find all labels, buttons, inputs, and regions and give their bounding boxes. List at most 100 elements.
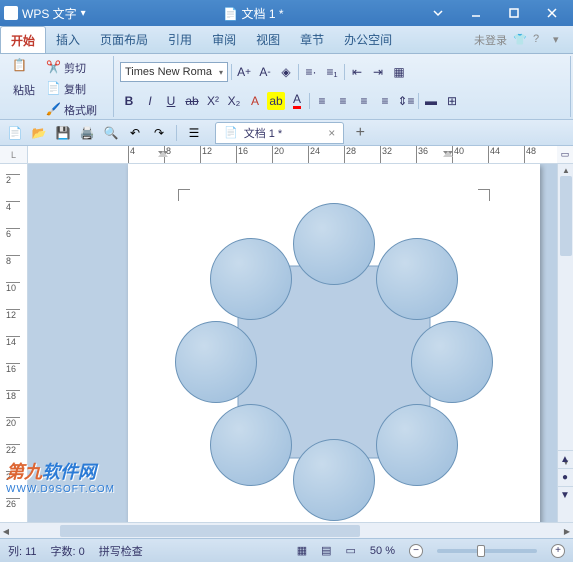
align-left-button[interactable]: ≡	[313, 92, 331, 110]
save-button[interactable]: 💾	[54, 124, 72, 142]
view-outline-button[interactable]: ▤	[321, 544, 331, 557]
shrink-font-button[interactable]: A-	[256, 63, 274, 81]
grow-font-button[interactable]: A+	[235, 63, 253, 81]
wordcount-value: 0	[79, 546, 85, 558]
superscript-button[interactable]: X²	[204, 92, 222, 110]
line-spacing-button[interactable]: ⇕≡	[397, 92, 415, 110]
align-right-button[interactable]: ≡	[355, 92, 373, 110]
indent-dec-button[interactable]: ⇤	[348, 63, 366, 81]
new-doc-button[interactable]: 📄	[6, 124, 24, 142]
document-tab[interactable]: 📄 文档 1 * ×	[215, 122, 344, 144]
paste-button[interactable]: 📋 粘贴	[6, 58, 42, 120]
zoom-slider-thumb[interactable]	[477, 545, 485, 557]
italic-button[interactable]: I	[141, 92, 159, 110]
ribbon-collapse-button[interactable]	[421, 3, 455, 23]
scroll-left-button[interactable]: ◀	[0, 525, 12, 537]
align-center-button[interactable]: ≡	[334, 92, 352, 110]
menu-dropdown-icon[interactable]: ▾	[553, 33, 567, 47]
next-page-button[interactable]: ▼	[557, 486, 573, 504]
scroll-right-button[interactable]: ▶	[561, 525, 573, 537]
strike-button[interactable]: ab	[183, 92, 201, 110]
zoom-out-button[interactable]: −	[409, 544, 423, 558]
minimize-button[interactable]	[459, 3, 493, 23]
subscript-button[interactable]: X₂	[225, 92, 243, 110]
horizontal-ruler[interactable]: 4812162024283236404448	[28, 146, 557, 163]
print-button[interactable]: 🖨️	[78, 124, 96, 142]
login-status[interactable]: 未登录	[474, 32, 507, 48]
clipboard-group: 📋 粘贴 ✂️ 剪切 📄 复制 🖌️ 格式刷	[2, 56, 114, 117]
horizontal-scrollbar[interactable]: ◀ ▶	[0, 522, 573, 538]
menu-item-7[interactable]: 办公空间	[334, 26, 402, 53]
diagram-node-4[interactable]	[293, 439, 375, 521]
view-web-button[interactable]: ▭	[346, 544, 356, 557]
ruler-corner[interactable]: L	[0, 146, 28, 163]
underline-button[interactable]: U	[162, 92, 180, 110]
font-name-combo[interactable]: Times New Roma ▾	[120, 62, 228, 82]
col-label: 列:	[8, 546, 22, 558]
undo-button[interactable]: ↶	[126, 124, 144, 142]
diagram-node-7[interactable]	[210, 238, 292, 320]
scroll-thumb-v[interactable]	[560, 176, 572, 256]
menu-item-0[interactable]: 开始	[0, 26, 46, 53]
diagram-node-5[interactable]	[210, 404, 292, 486]
numbering-button[interactable]: ≡₁	[323, 63, 341, 81]
indent-marker[interactable]	[158, 147, 168, 161]
zoom-in-button[interactable]: +	[551, 544, 565, 558]
tabs-button[interactable]: ⊞	[443, 92, 461, 110]
redo-button[interactable]: ↷	[150, 124, 168, 142]
menu-item-6[interactable]: 章节	[290, 26, 334, 53]
cut-button[interactable]: ✂️ 剪切	[46, 58, 97, 78]
bold-button[interactable]: B	[120, 92, 138, 110]
ruler-vtick: 12	[6, 309, 20, 320]
prev-page-button[interactable]: ▲	[557, 450, 573, 468]
diagram-node-6[interactable]	[175, 321, 257, 403]
view-print-layout-button[interactable]: ▦	[297, 544, 307, 557]
bullets-button[interactable]: ≡·	[302, 63, 320, 81]
spellcheck-status[interactable]: 拼写检查	[99, 543, 143, 559]
close-button[interactable]	[535, 3, 569, 23]
smartart-diagram[interactable]	[166, 194, 502, 522]
menu-item-1[interactable]: 插入	[46, 26, 90, 53]
scroll-thumb-h[interactable]	[60, 525, 360, 537]
skin-icon[interactable]: 👕	[513, 33, 527, 47]
close-tab-button[interactable]: ×	[328, 126, 335, 140]
browse-object-button[interactable]: ●	[557, 468, 573, 486]
paste-icon: 📋	[12, 58, 36, 82]
ruler-tick: 36	[416, 146, 428, 163]
font-color-button[interactable]: A	[288, 92, 306, 110]
menu-item-5[interactable]: 视图	[246, 26, 290, 53]
vertical-scrollbar[interactable]: ▲ ▼ ▲ ● ▼	[557, 164, 573, 522]
watermark-url: WWW.D9SOFT.COM	[6, 484, 115, 495]
copy-button[interactable]: 📄 复制	[46, 79, 97, 99]
char-effects-button[interactable]: A	[246, 92, 264, 110]
help-icon[interactable]: ?	[533, 33, 547, 47]
indent-marker[interactable]	[443, 147, 453, 161]
border-button[interactable]: ▦	[390, 63, 408, 81]
scroll-up-button[interactable]: ▲	[558, 164, 573, 176]
diagram-node-0[interactable]	[293, 203, 375, 285]
ruler-vtick: 26	[6, 498, 20, 509]
menu-item-4[interactable]: 审阅	[202, 26, 246, 53]
indent-inc-button[interactable]: ⇥	[369, 63, 387, 81]
maximize-button[interactable]	[497, 3, 531, 23]
new-tab-button[interactable]: +	[350, 123, 370, 143]
zoom-value[interactable]: 50 %	[370, 545, 395, 557]
zoom-slider[interactable]	[437, 549, 537, 553]
align-justify-button[interactable]: ≡	[376, 92, 394, 110]
doc-tab-icon: 📄	[224, 126, 238, 139]
menu-item-2[interactable]: 页面布局	[90, 26, 158, 53]
shading-button[interactable]: ▬	[422, 92, 440, 110]
highlight-button[interactable]: ab	[267, 92, 285, 110]
open-button[interactable]: 📂	[30, 124, 48, 142]
ruler-tick: 48	[524, 146, 536, 163]
menu-item-3[interactable]: 引用	[158, 26, 202, 53]
clear-format-button[interactable]: ◈	[277, 63, 295, 81]
ruler-toggle-button[interactable]: ▭	[557, 146, 573, 163]
wps-menu-button[interactable]: ☰	[185, 124, 203, 142]
format-painter-button[interactable]: 🖌️ 格式刷	[46, 100, 97, 120]
diagram-node-2[interactable]	[411, 321, 493, 403]
page[interactable]	[128, 164, 540, 522]
font-name-value: Times New Roma	[125, 66, 212, 78]
print-preview-button[interactable]: 🔍	[102, 124, 120, 142]
diagram-node-1[interactable]	[376, 238, 458, 320]
